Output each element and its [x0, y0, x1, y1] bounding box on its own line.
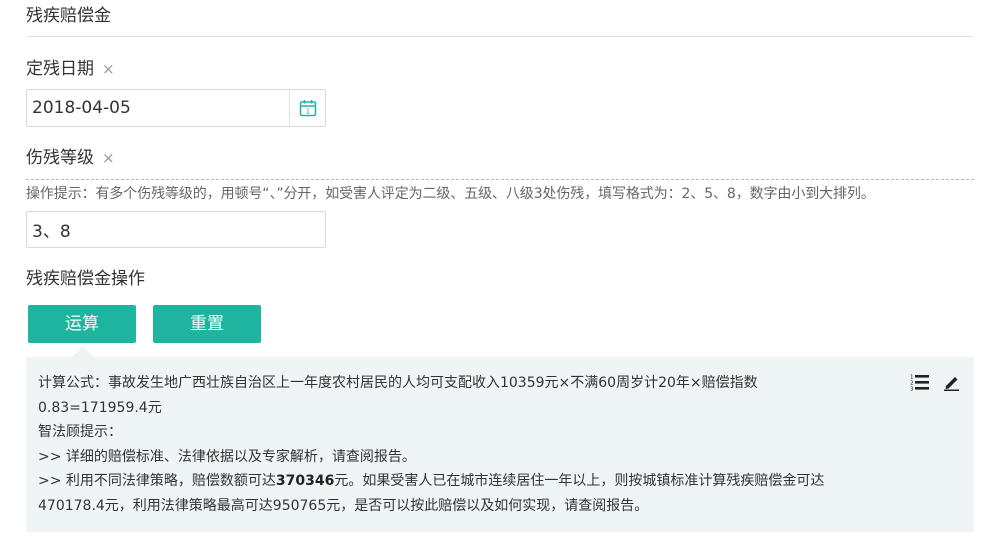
level-hint: 操作提示：有多个伤残等级的，用顿号“、”分开，如受害人评定为二级、五级、八级3处…	[26, 186, 875, 202]
tip-amount: 370346	[275, 473, 335, 489]
title-divider	[26, 36, 974, 37]
formula-line-1: 计算公式：事故发生地广西壮族自治区上一年度农村居民的人均可支配收入10359元×…	[38, 375, 758, 391]
calendar-icon: 1	[299, 99, 317, 117]
svg-text:1: 1	[305, 108, 309, 116]
level-clear-icon[interactable]: ×	[102, 146, 115, 170]
level-input[interactable]	[26, 211, 326, 248]
section-title: 残疾赔偿金	[26, 6, 111, 26]
reset-button[interactable]: 重置	[153, 305, 261, 343]
date-input[interactable]	[27, 90, 289, 126]
svg-text:3: 3	[910, 387, 914, 392]
tip-line-2-pre: >> 利用不同法律策略，赔偿数额可达	[38, 473, 276, 489]
date-field-label: 定残日期 ×	[26, 57, 115, 81]
level-divider	[26, 179, 974, 180]
tip-line-2-post: 元。如果受害人已在城市连续居住一年以上，则按城镇标准计算残疾赔偿金可达	[334, 473, 825, 489]
numbered-list-icon[interactable]: 1 2 3	[910, 373, 930, 391]
calendar-button[interactable]: 1	[290, 90, 325, 126]
tip-line-1: >> 详细的赔偿标准、法律依据以及专家解析，请查阅报告。	[38, 448, 416, 465]
date-picker: 1	[26, 89, 326, 127]
calculate-button[interactable]: 运算	[28, 305, 136, 343]
result-panel: 1 2 3 计算公式：事故发生地广西壮族自治区上一年度农村居民的人均可支配收入1…	[26, 357, 974, 532]
tip-line-3: 470178.4元，利用法律策略最高可达950765元，是否可以按此赔偿以及如何…	[38, 497, 649, 514]
tip-line-2: >> 利用不同法律策略，赔偿数额可达370346元。如果受害人已在城市连续居住一…	[38, 469, 962, 494]
date-label-text: 定残日期	[26, 59, 94, 79]
result-pointer	[72, 346, 94, 357]
formula-line-2: 0.83=171959.4元	[38, 399, 162, 416]
pencil-icon[interactable]	[944, 373, 960, 391]
date-clear-icon[interactable]: ×	[102, 57, 115, 81]
actions-label: 残疾赔偿金操作	[26, 269, 145, 289]
level-label-text: 伤残等级	[26, 148, 94, 168]
tip-title: 智法顾提示：	[38, 424, 122, 440]
panel-tools: 1 2 3	[910, 373, 960, 391]
level-field-label: 伤残等级 ×	[26, 146, 115, 170]
